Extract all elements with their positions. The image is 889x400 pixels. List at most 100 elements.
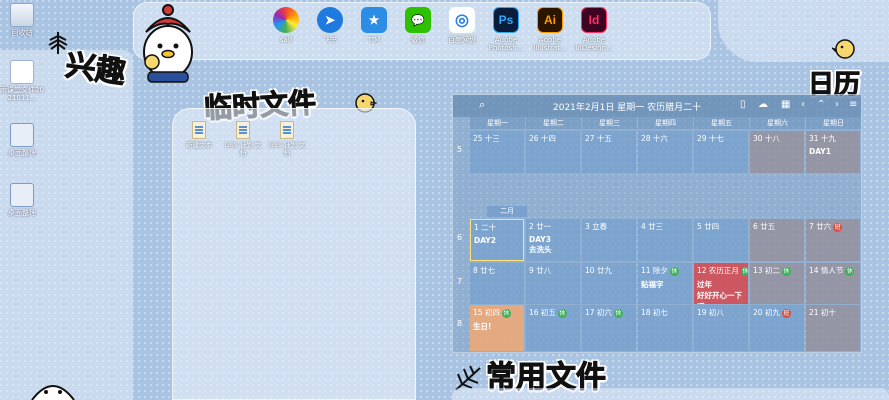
day-label: 20 初九班 [753, 307, 801, 318]
calendar-day[interactable]: 12 农历正月休过年 好好开心一下吧 [694, 263, 748, 304]
dock-item-photoshop[interactable]: Ps Adobe Photosh... [484, 7, 528, 52]
dock-item-indesign[interactable]: Id Adobe InDesign... [572, 7, 616, 52]
heading-interest: 兴趣 [63, 47, 128, 91]
weekday-label: 星期四 [638, 117, 693, 129]
day-label: 1 二十 [474, 222, 520, 233]
search-icon[interactable]: ⌕ [479, 99, 485, 111]
desktop-folder-2[interactable]: 桌面整理 [0, 183, 44, 217]
menu-icon[interactable]: ≡ [849, 99, 857, 111]
dock-label: 飞书 [323, 36, 337, 44]
dock-item-baidu-netdisk[interactable]: ◎ 百度网盘 [440, 7, 484, 44]
recycle-bin[interactable]: 回收站 [0, 3, 44, 37]
day-date: 2 廿一 [529, 222, 552, 231]
day-label: 28 十六 [641, 133, 689, 144]
day-label: 25 十三 [473, 133, 521, 144]
day-label: 6 廿五 [753, 221, 801, 232]
day-date: 4 廿三 [641, 222, 664, 231]
calendar-day[interactable]: 29 十七 [694, 131, 748, 173]
holiday-badge: 休 [740, 266, 748, 276]
desktop-folder-label: 桌面整理 [8, 209, 36, 217]
holiday-badge: 休 [557, 308, 567, 318]
day-label: 21 初十 [809, 307, 857, 318]
dock-item-wechat[interactable]: 💬 微信 [396, 7, 440, 44]
right-panel [718, 0, 889, 62]
holiday-badge: 休 [613, 308, 623, 318]
calendar-day[interactable]: 2 廿一 DAY3 去洗头 [526, 219, 580, 261]
day-date: 15 初四 [473, 308, 500, 317]
day-label: 19 初八 [697, 307, 745, 318]
calendar-day[interactable]: 18 初七 [638, 305, 692, 351]
day-date: 30 十八 [753, 134, 780, 143]
day-label: 10 廿九 [585, 265, 633, 276]
week-number: 7 [457, 277, 463, 286]
day-label: 3 立春 [585, 221, 633, 232]
calendar-day[interactable]: 11 除夕休贴福字 [638, 263, 692, 304]
calendar-day[interactable]: 14 情人节休 [806, 263, 860, 304]
event-text: 生日! [473, 322, 492, 331]
calendar-day[interactable]: 5 廿四 [694, 219, 748, 261]
chevron-left-icon[interactable]: ‹ [801, 99, 805, 111]
dock-item-illustrator[interactable]: Ai Adobe Illustrat... [528, 7, 572, 52]
cloud-disk-icon: ◎ [449, 7, 475, 33]
day-label: 15 初四休 [473, 307, 521, 318]
calendar-day[interactable]: 3 立春 [582, 219, 636, 261]
day-date: 27 十五 [585, 134, 612, 143]
calendar-day[interactable]: 27 十五 [582, 131, 636, 173]
text-file-icon [280, 121, 294, 139]
calendar-day[interactable]: 1 二十 DAY2 [470, 219, 524, 261]
day-date: 19 初八 [697, 308, 724, 317]
calendar-widget: ⌕ 2021年2月1日 星期一 农历腊月二十 ▯ ☁ ▦ ‹ ⌃ › ≡ 星期一… [452, 94, 862, 353]
chevron-up-icon[interactable]: ⌃ [817, 99, 825, 111]
calendar-day[interactable]: 15 初四休生日! [470, 305, 524, 351]
calendar-day[interactable]: 9 廿八 [526, 263, 580, 304]
dock-item-feishu[interactable]: ➤ 飞书 [308, 7, 352, 44]
cloud-icon[interactable]: ☁ [758, 99, 768, 111]
day-date: 17 初六 [585, 308, 612, 317]
temp-file[interactable]: GSS 计划 文档 [223, 121, 263, 157]
calendar-day[interactable]: 31 十九 DAY1 [806, 131, 860, 173]
temp-file[interactable]: 新建文本 [179, 121, 219, 149]
day-label: 4 廿三 [641, 221, 689, 232]
temp-file[interactable]: GSS 计划 文档 [267, 121, 307, 157]
calendar-day[interactable]: 7 廿六班 [806, 219, 860, 261]
photoshop-icon: Ps [493, 7, 519, 33]
calendar-day[interactable]: 21 初十 [806, 305, 860, 351]
day-date: 21 初十 [809, 308, 836, 317]
day-date: 9 廿八 [529, 266, 552, 275]
calendar-day[interactable]: 26 十四 [526, 131, 580, 173]
calendar-day[interactable]: 20 初九班 [750, 305, 804, 351]
day-date: 29 十七 [697, 134, 724, 143]
calendar-day[interactable]: 13 初二休 [750, 263, 804, 304]
indesign-icon: Id [581, 7, 607, 33]
dock-label: saif [279, 36, 293, 44]
desktop-file-yuketang[interactable]: 雨课堂文件2021011... [0, 60, 44, 102]
day-date: 14 情人节 [809, 266, 844, 275]
day-date: 1 二十 [474, 223, 497, 232]
recycle-bin-icon [10, 3, 34, 27]
day-label: 27 十五 [585, 133, 633, 144]
calendar-day[interactable]: 17 初六休 [582, 305, 636, 351]
calendar-day[interactable]: 8 廿七 [470, 263, 524, 304]
calendar-day[interactable]: 30 十八 [750, 131, 804, 173]
day-date: 13 初二 [753, 266, 780, 275]
calendar-day[interactable]: 10 廿九 [582, 263, 636, 304]
mascot-penguin-icon [143, 4, 193, 83]
phone-icon[interactable]: ▯ [740, 99, 746, 111]
calendar-day[interactable]: 19 初八 [694, 305, 748, 351]
chick-icon [832, 39, 855, 59]
calendar-day[interactable]: 25 十三 [470, 131, 524, 173]
calendar-day[interactable]: 16 初五休 [526, 305, 580, 351]
calendar-day[interactable]: 6 廿五 [750, 219, 804, 261]
calendar-day[interactable]: 4 廿三 [638, 219, 692, 261]
dock-item-saif[interactable]: saif [264, 7, 308, 44]
dock-item-tim[interactable]: ★ TIM [352, 7, 396, 44]
desktop-folder-1[interactable]: 桌面整理 [0, 123, 44, 157]
day-date: 20 初九 [753, 308, 780, 317]
chevron-right-icon[interactable]: › [835, 99, 839, 111]
calendar-icon[interactable]: ▦ [781, 99, 790, 111]
weekday-label: 星期日 [806, 117, 861, 129]
event-text: 贴福字 [641, 280, 664, 289]
day-label: 16 初五休 [529, 307, 577, 318]
day-date: 26 十四 [529, 134, 556, 143]
calendar-day[interactable]: 28 十六 [638, 131, 692, 173]
